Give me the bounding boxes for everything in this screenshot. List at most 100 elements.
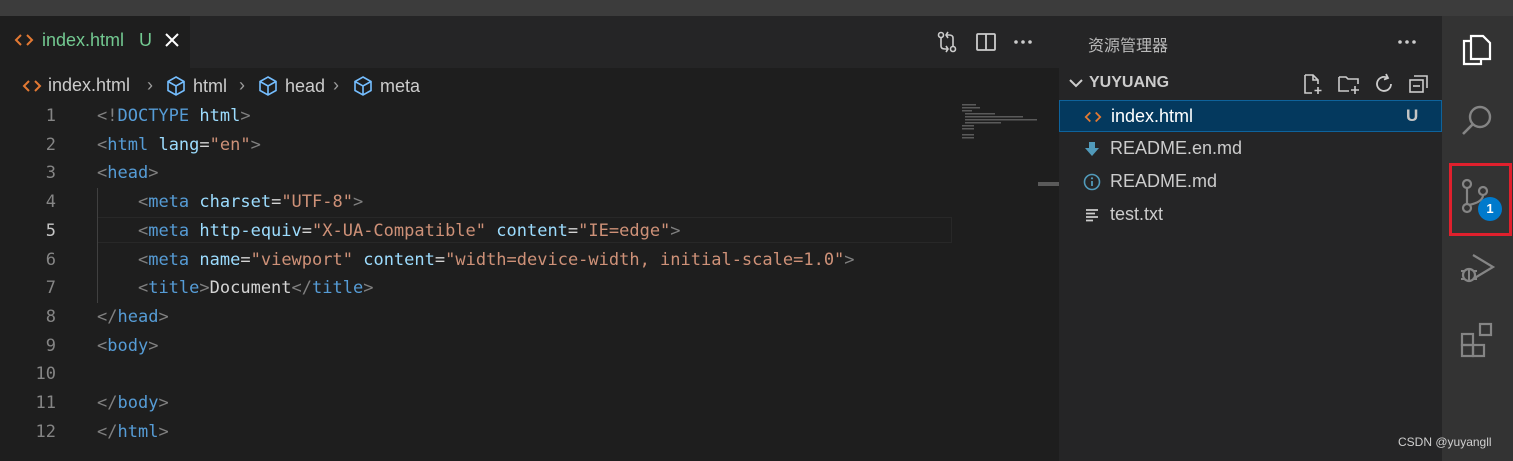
refresh-icon[interactable] bbox=[1372, 72, 1396, 96]
code-token: content bbox=[363, 249, 435, 270]
line-number: 5 bbox=[45, 220, 56, 241]
new-file-icon[interactable] bbox=[1300, 72, 1324, 96]
code-token: > bbox=[844, 249, 855, 270]
code-token: > bbox=[352, 192, 364, 213]
line-number: 10 bbox=[35, 364, 56, 385]
file-name: index.html bbox=[1111, 106, 1194, 126]
code-text: <!DOCTYPE html> bbox=[97, 102, 251, 130]
code-text: </head> bbox=[97, 303, 169, 331]
code-line[interactable]: 10 bbox=[0, 360, 952, 388]
code-token: Document bbox=[209, 278, 292, 299]
indent-guide bbox=[97, 188, 98, 303]
file-item-readme[interactable]: README.md bbox=[1059, 166, 1442, 198]
chevron-right-icon: › bbox=[239, 75, 245, 95]
code-token: meta bbox=[148, 192, 190, 213]
code-line[interactable]: 7 <title>Document</title> bbox=[0, 274, 952, 302]
code-token: = bbox=[199, 134, 210, 155]
code-token: > bbox=[250, 134, 261, 155]
breadcrumb-item-head[interactable]: head bbox=[257, 75, 325, 97]
code-token: < bbox=[137, 220, 149, 241]
breadcrumb-item-html[interactable]: html bbox=[165, 75, 227, 97]
open-changes-icon[interactable] bbox=[935, 30, 959, 54]
code-line[interactable]: 12 </html> bbox=[0, 418, 952, 446]
code-line[interactable]: 8 </head> bbox=[0, 303, 952, 331]
file-item-index-html[interactable]: index.html U bbox=[1059, 100, 1442, 132]
code-token: meta bbox=[148, 249, 190, 270]
code-text: </body> bbox=[97, 389, 169, 417]
code-token: < bbox=[137, 278, 149, 299]
code-token: html bbox=[117, 421, 159, 442]
html-file-icon bbox=[14, 34, 34, 46]
code-editor[interactable]: 1 <!DOCTYPE html> 2 <html lang="en"> 3 <head>… bbox=[0, 102, 952, 461]
editor-group: index.html U index.html › html › head › … bbox=[0, 16, 1059, 461]
breadcrumb: index.html › html › head › meta bbox=[0, 68, 1059, 102]
code-token: body bbox=[117, 393, 159, 413]
line-number: 8 bbox=[45, 306, 56, 327]
code-token: "width=device-width, initial-scale=1.0" bbox=[445, 249, 845, 270]
scrollbar-thumb[interactable] bbox=[1038, 182, 1059, 186]
symbol-cube-icon bbox=[259, 76, 277, 96]
code-token: </ bbox=[97, 306, 118, 327]
code-line[interactable]: 1 <!DOCTYPE html> bbox=[0, 102, 952, 130]
minimap[interactable] bbox=[952, 102, 1038, 461]
new-folder-icon[interactable] bbox=[1337, 72, 1361, 96]
code-token: title bbox=[148, 278, 200, 299]
html-file-icon bbox=[1084, 111, 1102, 123]
line-number: 7 bbox=[45, 278, 56, 299]
more-actions-icon[interactable] bbox=[1395, 30, 1419, 54]
code-token: "UTF-8" bbox=[281, 192, 353, 213]
workspace-folder-header[interactable]: YUYUANG bbox=[1059, 68, 1442, 98]
chevron-down-icon bbox=[1069, 79, 1083, 88]
tab-index-html[interactable]: index.html U bbox=[0, 16, 190, 68]
code-token: </ bbox=[291, 278, 313, 299]
collapse-all-icon[interactable] bbox=[1407, 72, 1431, 96]
code-token: http-equiv bbox=[199, 220, 302, 241]
menu-bar bbox=[0, 0, 1513, 16]
activity-extensions[interactable] bbox=[1442, 306, 1513, 370]
text-file-icon bbox=[1086, 209, 1098, 222]
code-line[interactable]: 6 <meta name="viewport" content="width=d… bbox=[0, 246, 952, 274]
code-line[interactable]: 9 <body> bbox=[0, 332, 952, 360]
code-token: = bbox=[434, 249, 446, 270]
code-token: "viewport" bbox=[250, 249, 353, 270]
breadcrumb-label: index.html bbox=[48, 75, 131, 95]
workspace-folder-name: YUYUANG bbox=[1089, 74, 1170, 91]
code-token: = bbox=[240, 249, 251, 270]
extensions-icon bbox=[1460, 322, 1493, 358]
code-token: meta bbox=[148, 220, 190, 241]
code-token: name bbox=[199, 249, 241, 270]
code-token: </ bbox=[97, 421, 118, 442]
activity-search[interactable] bbox=[1442, 88, 1513, 152]
line-number: 11 bbox=[35, 393, 56, 413]
line-number: 6 bbox=[45, 249, 56, 270]
code-text: <meta charset="UTF-8"> bbox=[97, 188, 363, 216]
code-line[interactable]: 11 </body> bbox=[0, 389, 952, 417]
editor-scrollbar[interactable] bbox=[1038, 102, 1059, 461]
code-token: > bbox=[363, 278, 374, 299]
breadcrumb-item-file[interactable]: index.html bbox=[22, 75, 130, 96]
code-line[interactable]: 5 <meta http-equiv="X-UA-Compatible" con… bbox=[0, 216, 952, 245]
activity-run-debug[interactable] bbox=[1442, 235, 1513, 299]
close-icon[interactable] bbox=[162, 30, 182, 50]
code-token: > bbox=[148, 335, 159, 356]
more-actions-icon[interactable] bbox=[1011, 30, 1035, 54]
code-token: > bbox=[158, 306, 169, 327]
split-editor-icon[interactable] bbox=[974, 30, 998, 54]
file-item-readme-en[interactable]: README.en.md bbox=[1059, 133, 1442, 165]
code-line[interactable]: 2 <html lang="en"> bbox=[0, 131, 952, 159]
explorer-title: 资源管理器 bbox=[1088, 36, 1169, 55]
activity-explorer[interactable] bbox=[1442, 16, 1513, 80]
breadcrumb-label: head bbox=[285, 75, 326, 96]
file-item-test-txt[interactable]: test.txt bbox=[1059, 199, 1442, 231]
breadcrumb-item-meta[interactable]: meta bbox=[352, 75, 420, 97]
line-number: 4 bbox=[45, 192, 56, 213]
breadcrumb-label: meta bbox=[380, 75, 421, 96]
code-line[interactable]: 3 <head> bbox=[0, 159, 952, 187]
code-line[interactable]: 4 <meta charset="UTF-8"> bbox=[0, 188, 952, 216]
